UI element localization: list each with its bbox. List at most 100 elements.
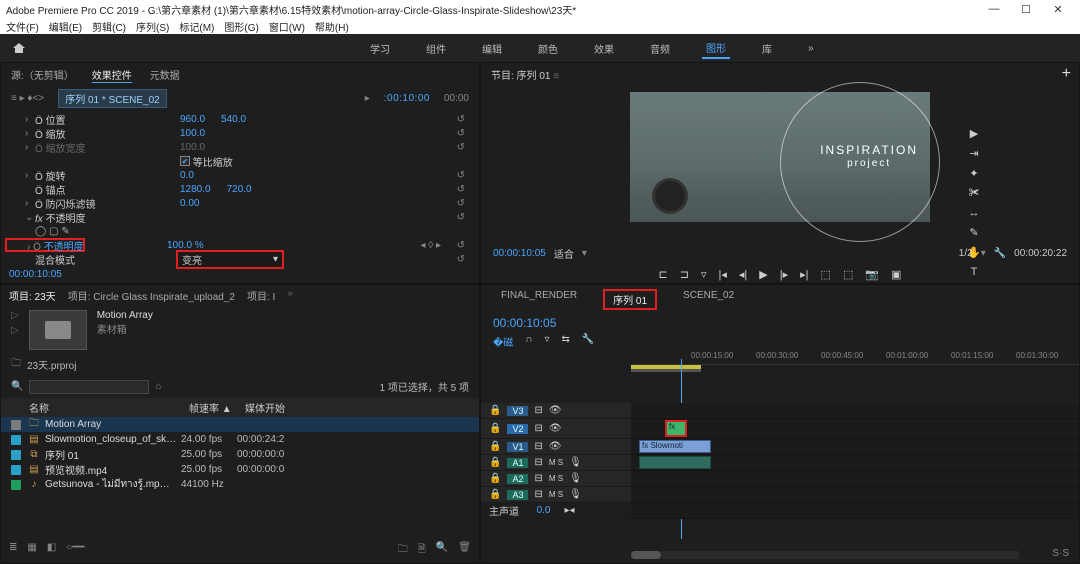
timeline-tracks: 🔒V3⊟👁 🔒V2⊟👁fx 🔒V1⊟👁fx Slowmoti 🔒A1⊟M S🎙 …: [481, 403, 1079, 519]
new-bin-icon[interactable]: 🗀: [398, 542, 408, 559]
menu-graphics[interactable]: 图形(G): [224, 19, 258, 34]
program-timecode[interactable]: 00:00:10:05: [493, 248, 546, 259]
ws-editing[interactable]: 编辑: [478, 39, 506, 58]
step-forward-icon[interactable]: |▸: [780, 268, 788, 281]
home-button[interactable]: [8, 39, 30, 57]
lift-icon[interactable]: ⬚: [821, 268, 831, 281]
tab-source[interactable]: 源:（无剪辑）: [11, 67, 74, 83]
timeline-zoom-scrollbar[interactable]: [631, 551, 1019, 559]
fit-select[interactable]: 适合: [554, 246, 574, 261]
project-tab-3[interactable]: 项目: I: [247, 288, 275, 303]
ws-library[interactable]: 库: [758, 39, 776, 58]
menu-markers[interactable]: 标记(M): [179, 19, 214, 34]
extract-icon[interactable]: ⬚: [843, 268, 853, 281]
timeline-tab-scene02[interactable]: SCENE_02: [675, 289, 742, 310]
go-to-in-icon[interactable]: |◂: [719, 268, 727, 281]
resolution-select[interactable]: 1/2: [959, 248, 973, 259]
ec-footer-timecode[interactable]: 00:00:10:05: [9, 269, 62, 280]
ws-graphics[interactable]: 图形: [702, 38, 730, 59]
menubar: 文件(F) 编辑(E) 剪辑(C) 序列(S) 标记(M) 图形(G) 窗口(W…: [0, 18, 1080, 34]
snap-icon[interactable]: �磁: [493, 334, 513, 349]
project-tab-2[interactable]: 项目: Circle Glass Inspirate_upload_2: [68, 288, 235, 303]
menu-help[interactable]: 帮助(H): [315, 19, 349, 34]
project-tab-1[interactable]: 项目: 23天: [9, 288, 56, 303]
blend-mode-select[interactable]: 变亮▾: [176, 250, 284, 269]
insert-overwrite-icon[interactable]: ⇆: [561, 334, 569, 349]
ws-audio[interactable]: 音频: [646, 39, 674, 58]
new-item-icon[interactable]: 🗎: [418, 542, 426, 559]
clip-slowmotion[interactable]: fx Slowmoti: [639, 440, 711, 453]
track-select-tool-icon[interactable]: ⇥: [969, 147, 978, 160]
bin-item[interactable]: ▤预览视频.mp425.00 fps00:00:00:0: [1, 462, 479, 477]
delete-icon[interactable]: 🗑: [458, 542, 471, 559]
ripple-tool-icon[interactable]: ✦: [969, 167, 978, 180]
eye-icon[interactable]: 👁: [549, 405, 562, 416]
lock-icon[interactable]: 🔒: [489, 405, 501, 416]
ws-assembly[interactable]: 组件: [422, 39, 450, 58]
ws-color[interactable]: 颜色: [534, 39, 562, 58]
linked-selection-icon[interactable]: ∩: [525, 334, 532, 349]
ws-overflow[interactable]: »: [804, 41, 818, 56]
menu-edit[interactable]: 编辑(E): [49, 19, 82, 34]
tab-metadata[interactable]: 元数据: [150, 67, 180, 83]
menu-file[interactable]: 文件(F): [6, 19, 39, 34]
filter-icon[interactable]: ⌂: [155, 381, 161, 392]
search-icon[interactable]: 🔍: [11, 381, 23, 392]
timeline-ruler[interactable]: 00:00:15:0000:00:30:0000:00:45:0000:01:0…: [631, 351, 1079, 365]
clip-audio-1[interactable]: [639, 456, 711, 469]
reset-position[interactable]: ↺: [457, 114, 465, 125]
reset-scale[interactable]: ↺: [457, 128, 465, 139]
ws-learn[interactable]: 学习: [366, 39, 394, 58]
selection-tool-icon[interactable]: ▶: [970, 127, 978, 140]
step-back-icon[interactable]: ◂|: [739, 268, 747, 281]
mark-in-icon[interactable]: ⊏: [659, 268, 668, 281]
timeline-timecode[interactable]: 00:00:10:05: [481, 314, 1079, 332]
freeform-view-icon[interactable]: ◧: [47, 542, 56, 559]
pen-tool-icon[interactable]: ✎: [969, 226, 978, 239]
add-button[interactable]: +: [1062, 65, 1071, 83]
app-title: Adobe Premiere Pro CC 2019 - G:\第六章素材 (1…: [6, 2, 576, 17]
settings-icon[interactable]: 🔧: [994, 248, 1006, 259]
clip-nested-scene[interactable]: fx: [665, 420, 687, 437]
comparison-icon[interactable]: ▣: [891, 268, 901, 281]
go-to-out-icon[interactable]: ▸|: [800, 268, 808, 281]
program-video[interactable]: INSPIRATIONproject: [630, 92, 930, 222]
bin-item[interactable]: ♪Getsunova - ไม่มีทางรู้.mp…44100 Hz: [1, 477, 479, 492]
razor-tool-icon[interactable]: ✀: [969, 187, 980, 200]
bin-item[interactable]: 🗀Motion Array: [1, 417, 479, 432]
play-icon[interactable]: ▶: [759, 268, 767, 281]
icon-view-icon[interactable]: ▦: [27, 542, 36, 559]
ws-effects[interactable]: 效果: [590, 39, 618, 58]
tab-effect-controls[interactable]: 效果控件: [92, 67, 132, 83]
close-button[interactable]: ✕: [1042, 3, 1074, 16]
ruler-tick: 00:01:00:00: [886, 351, 928, 360]
bin-icon[interactable]: 🗀: [11, 356, 21, 373]
menu-window[interactable]: 窗口(W): [269, 19, 305, 34]
minimize-button[interactable]: —: [978, 3, 1010, 15]
add-marker-icon[interactable]: ▿: [701, 268, 707, 281]
list-view-icon[interactable]: ≣: [9, 542, 17, 559]
bin-item[interactable]: ▤Slowmotion_closeup_of_sk…24.00 fps00:00…: [1, 432, 479, 447]
reset-rotation[interactable]: ↺: [457, 170, 465, 181]
timeline-tab-final[interactable]: FINAL_RENDER: [493, 289, 585, 310]
reset-opacity[interactable]: ↺: [457, 240, 465, 251]
export-frame-icon[interactable]: 📷: [865, 268, 879, 281]
marker-tool-icon[interactable]: ▿: [544, 334, 549, 349]
settings-wrench-icon[interactable]: 🔧: [582, 334, 594, 349]
timeline-tab-seq01[interactable]: 序列 01: [603, 289, 657, 310]
slip-tool-icon[interactable]: ↔: [969, 207, 980, 219]
zoom-slider[interactable]: ○━━: [66, 542, 84, 559]
uniform-scale-checkbox[interactable]: ✔: [180, 156, 190, 166]
timeline-scroll[interactable]: S·S: [1052, 548, 1069, 559]
reset-anchor[interactable]: ↺: [457, 184, 465, 195]
menu-sequence[interactable]: 序列(S): [136, 19, 169, 34]
ec-sequence-label[interactable]: 序列 01 * SCENE_02: [58, 89, 167, 108]
mic-icon[interactable]: 🎙: [569, 457, 582, 468]
menu-clip[interactable]: 剪辑(C): [92, 19, 126, 34]
mark-out-icon[interactable]: ⊐: [680, 268, 689, 281]
opacity-property-highlighted[interactable]: › Ö 不透明度: [5, 238, 85, 252]
search-input[interactable]: [29, 380, 149, 394]
maximize-button[interactable]: ☐: [1010, 3, 1042, 16]
bin-item[interactable]: ⧉序列 0125.00 fps00:00:00:0: [1, 447, 479, 462]
find-icon[interactable]: 🔍: [436, 542, 448, 559]
